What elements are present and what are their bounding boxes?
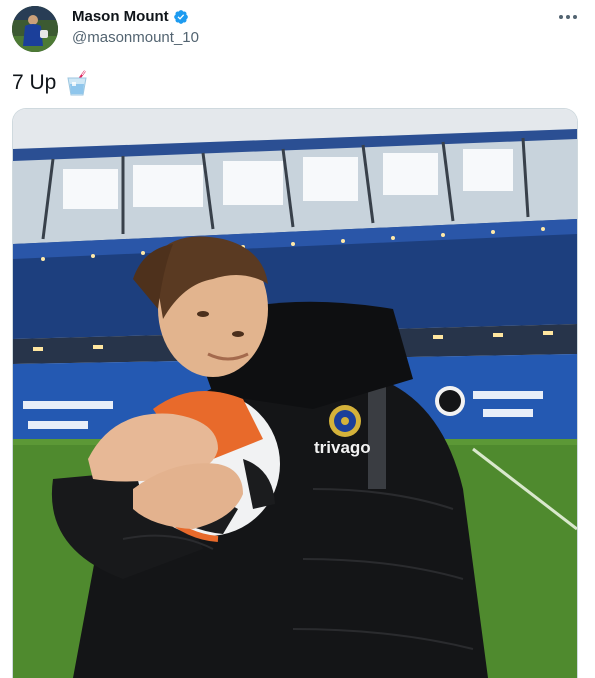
photo-player-hugging-football-in-stadium: trivago [13, 109, 577, 678]
more-horizontal-icon[interactable] [556, 8, 580, 26]
verified-badge-icon [173, 9, 189, 25]
tweet-text: 7 Up [12, 70, 88, 96]
jersey-sponsor-text: trivago [314, 438, 371, 457]
author-name-row: Mason Mount [72, 8, 189, 25]
tweet-media-photo[interactable]: trivago [12, 108, 578, 678]
tweet-text-content: 7 Up [12, 71, 57, 94]
author-handle[interactable]: @masonmount_10 [72, 29, 199, 46]
tumbler-glass-with-straw-icon [66, 70, 88, 96]
author-display-name[interactable]: Mason Mount [72, 8, 169, 25]
tweet-card: Mason Mount @masonmount_10 7 Up trivago [0, 0, 595, 678]
profile-avatar[interactable] [12, 6, 58, 52]
avatar-image [12, 6, 58, 52]
